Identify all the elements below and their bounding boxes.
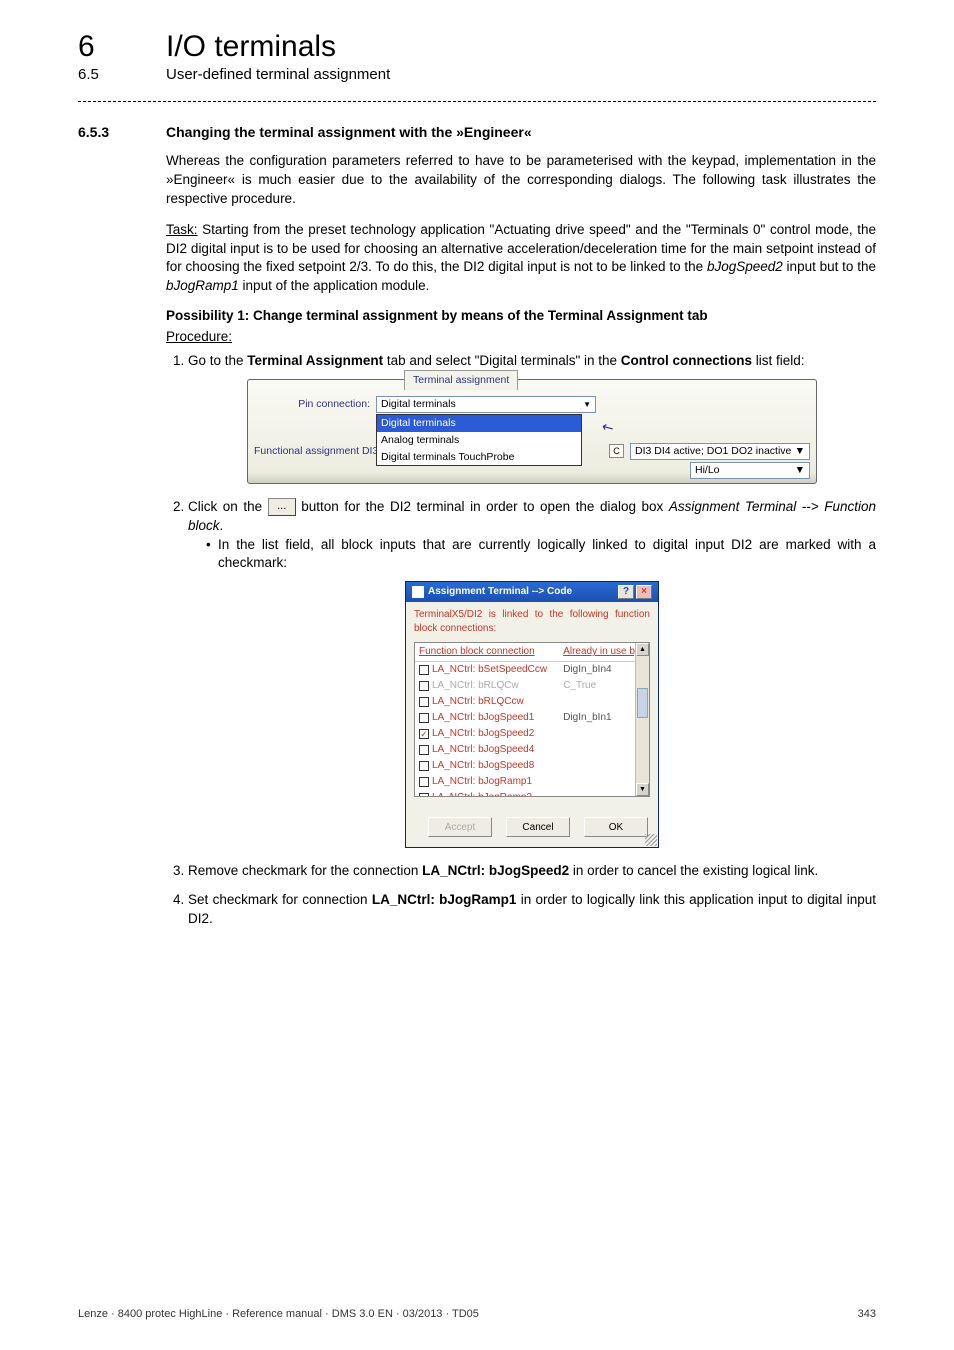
row-name: LA_NCtrl: bJogSpeed1 <box>432 712 534 723</box>
assignment-dialog-screenshot: Assignment Terminal --> Code ? × Termina… <box>405 581 659 848</box>
pin-connection-label: Pin connection: <box>254 397 370 412</box>
step-4: Set checkmark for connection LA_NCtrl: b… <box>188 891 876 929</box>
list-item[interactable]: LA_NCtrl: bJogRamp2 <box>415 790 649 797</box>
row-name: LA_NCtrl: bJogRamp2 <box>432 792 532 797</box>
bjogspeed2: bJogSpeed2 <box>707 259 783 274</box>
task-text-3: input of the application module. <box>239 278 430 293</box>
chevron-down-icon: ▼ <box>795 463 805 478</box>
ellipsis-button[interactable]: ... <box>268 498 296 516</box>
accept-button[interactable]: Accept <box>428 817 492 837</box>
subsection-num: 6.5.3 <box>78 124 166 140</box>
footer-info: Lenze · 8400 protec HighLine · Reference… <box>78 1308 479 1320</box>
step3-text-b: in order to cancel the existing logical … <box>569 863 818 878</box>
c-button[interactable]: C <box>609 444 624 458</box>
checkbox[interactable] <box>419 665 429 675</box>
step-3: Remove checkmark for the connection LA_N… <box>188 862 876 881</box>
step-1: Go to the Terminal Assignment tab and se… <box>188 352 876 484</box>
dropdown-item-touchprobe[interactable]: Digital terminals TouchProbe <box>377 449 581 466</box>
close-button[interactable]: × <box>636 585 652 599</box>
combo-value: Digital terminals <box>381 397 456 412</box>
step4-text-a: Set checkmark for connection <box>188 892 372 907</box>
step4-connection: LA_NCtrl: bJogRamp1 <box>372 892 517 907</box>
function-block-list[interactable]: Function block connection Already in use… <box>414 642 650 797</box>
scroll-down-icon[interactable]: ▼ <box>636 783 649 796</box>
bjogramp1: bJogRamp1 <box>166 278 239 293</box>
dropdown-item-digital[interactable]: Digital terminals <box>377 415 581 432</box>
chevron-down-icon: ▼ <box>583 399 591 410</box>
task-text-2: input but to the <box>783 259 876 274</box>
scroll-thumb[interactable] <box>637 688 648 718</box>
intro-paragraph: Whereas the configuration parameters ref… <box>166 152 876 209</box>
step3-text-a: Remove checkmark for the connection <box>188 863 422 878</box>
help-button[interactable]: ? <box>618 585 634 599</box>
terminal-assignment-tab[interactable]: Terminal assignment <box>404 370 518 390</box>
subsection-title: Changing the terminal assignment with th… <box>166 124 532 140</box>
dialog-title: Assignment Terminal --> Code <box>428 585 572 599</box>
row-name: LA_NCtrl: bRLQCcw <box>432 696 524 707</box>
list-item[interactable]: LA_NCtrl: bRLQCcw <box>415 694 649 710</box>
chapter-num: 6 <box>78 30 166 64</box>
di3di4-combo[interactable]: DI3 DI4 active; DO1 DO2 inactive ▼ <box>630 443 810 460</box>
checkbox[interactable] <box>419 761 429 771</box>
row-name: LA_NCtrl: bJogSpeed8 <box>432 760 534 771</box>
list-item[interactable]: LA_NCtrl: bJogSpeed1DigIn_bIn1 <box>415 710 649 726</box>
list-item[interactable]: LA_NCtrl: bJogSpeed2 <box>415 726 649 742</box>
step1-text-c: tab and select "Digital terminals" in th… <box>383 353 621 368</box>
dialog-subtitle: TerminalX5/DI2 is linked to the followin… <box>406 602 658 640</box>
list-item[interactable]: LA_NCtrl: bSetSpeedCcwDigIn_bIn4 <box>415 662 649 679</box>
checkbox[interactable] <box>419 777 429 787</box>
procedure-label: Procedure: <box>166 329 876 344</box>
pin-connection-combo[interactable]: Digital terminals ▼ <box>376 396 596 413</box>
step2-text-a: Click on the <box>188 499 268 514</box>
cancel-button[interactable]: Cancel <box>506 817 570 837</box>
scrollbar[interactable]: ▲ ▼ <box>635 643 649 796</box>
possibility-1-heading: Possibility 1: Change terminal assignmen… <box>166 308 876 323</box>
step3-connection: LA_NCtrl: bJogSpeed2 <box>422 863 569 878</box>
checkbox[interactable] <box>419 793 429 798</box>
dialog-app-icon <box>412 586 424 598</box>
step2-text-c: . <box>220 518 224 533</box>
step1-text-e: list field: <box>752 353 805 368</box>
hilo-combo[interactable]: Hi/Lo ▼ <box>690 462 810 479</box>
terminal-assignment-screenshot: Terminal assignment Pin connection: Digi… <box>247 379 817 484</box>
section-title: User-defined terminal assignment <box>166 66 390 83</box>
row-name: LA_NCtrl: bJogRamp1 <box>432 776 532 787</box>
pin-connection-dropdown[interactable]: Digital terminals Analog terminals Digit… <box>376 414 582 466</box>
list-item[interactable]: LA_NCtrl: bJogSpeed4 <box>415 742 649 758</box>
chapter-title: I/O terminals <box>166 30 336 64</box>
col-function-block[interactable]: Function block connection <box>415 643 559 662</box>
scroll-up-icon[interactable]: ▲ <box>636 643 649 656</box>
row-name: LA_NCtrl: bJogSpeed2 <box>432 728 534 739</box>
task-label: Task: <box>166 222 198 237</box>
step2-text-b: button for the DI2 terminal in order to … <box>296 499 669 514</box>
section-num: 6.5 <box>78 66 166 83</box>
chevron-down-icon: ▼ <box>795 444 805 459</box>
step2-bullet: In the list field, all block inputs that… <box>206 536 876 574</box>
list-item[interactable]: LA_NCtrl: bJogRamp1 <box>415 774 649 790</box>
list-item[interactable]: LA_NCtrl: bRLQCwC_True <box>415 678 649 694</box>
task-paragraph: Task: Starting from the preset technolog… <box>166 221 876 297</box>
checkbox[interactable] <box>419 697 429 707</box>
list-item[interactable]: LA_NCtrl: bJogSpeed8 <box>415 758 649 774</box>
row-name: LA_NCtrl: bRLQCw <box>432 680 519 691</box>
checkbox[interactable] <box>419 745 429 755</box>
hilo-value: Hi/Lo <box>695 463 720 478</box>
step1-bold-field: Control connections <box>621 353 752 368</box>
step1-text-a: Go to the <box>188 353 247 368</box>
step1-bold-tab: Terminal Assignment <box>247 353 383 368</box>
resize-grip-icon[interactable] <box>645 834 657 846</box>
cursor-pointer-icon: ↖ <box>598 417 618 440</box>
checkbox[interactable] <box>419 681 429 691</box>
dialog-titlebar: Assignment Terminal --> Code ? × <box>406 582 658 602</box>
row-name: LA_NCtrl: bJogSpeed4 <box>432 744 534 755</box>
ok-button[interactable]: OK <box>584 817 648 837</box>
di3di4-value: DI3 DI4 active; DO1 DO2 inactive <box>635 444 791 459</box>
page-number: 343 <box>858 1308 876 1320</box>
checkbox[interactable] <box>419 729 429 739</box>
checkbox[interactable] <box>419 713 429 723</box>
dropdown-item-analog[interactable]: Analog terminals <box>377 432 581 449</box>
step-2: Click on the ... button for the DI2 term… <box>188 498 876 849</box>
divider <box>78 101 876 102</box>
row-name: LA_NCtrl: bSetSpeedCcw <box>432 664 547 675</box>
